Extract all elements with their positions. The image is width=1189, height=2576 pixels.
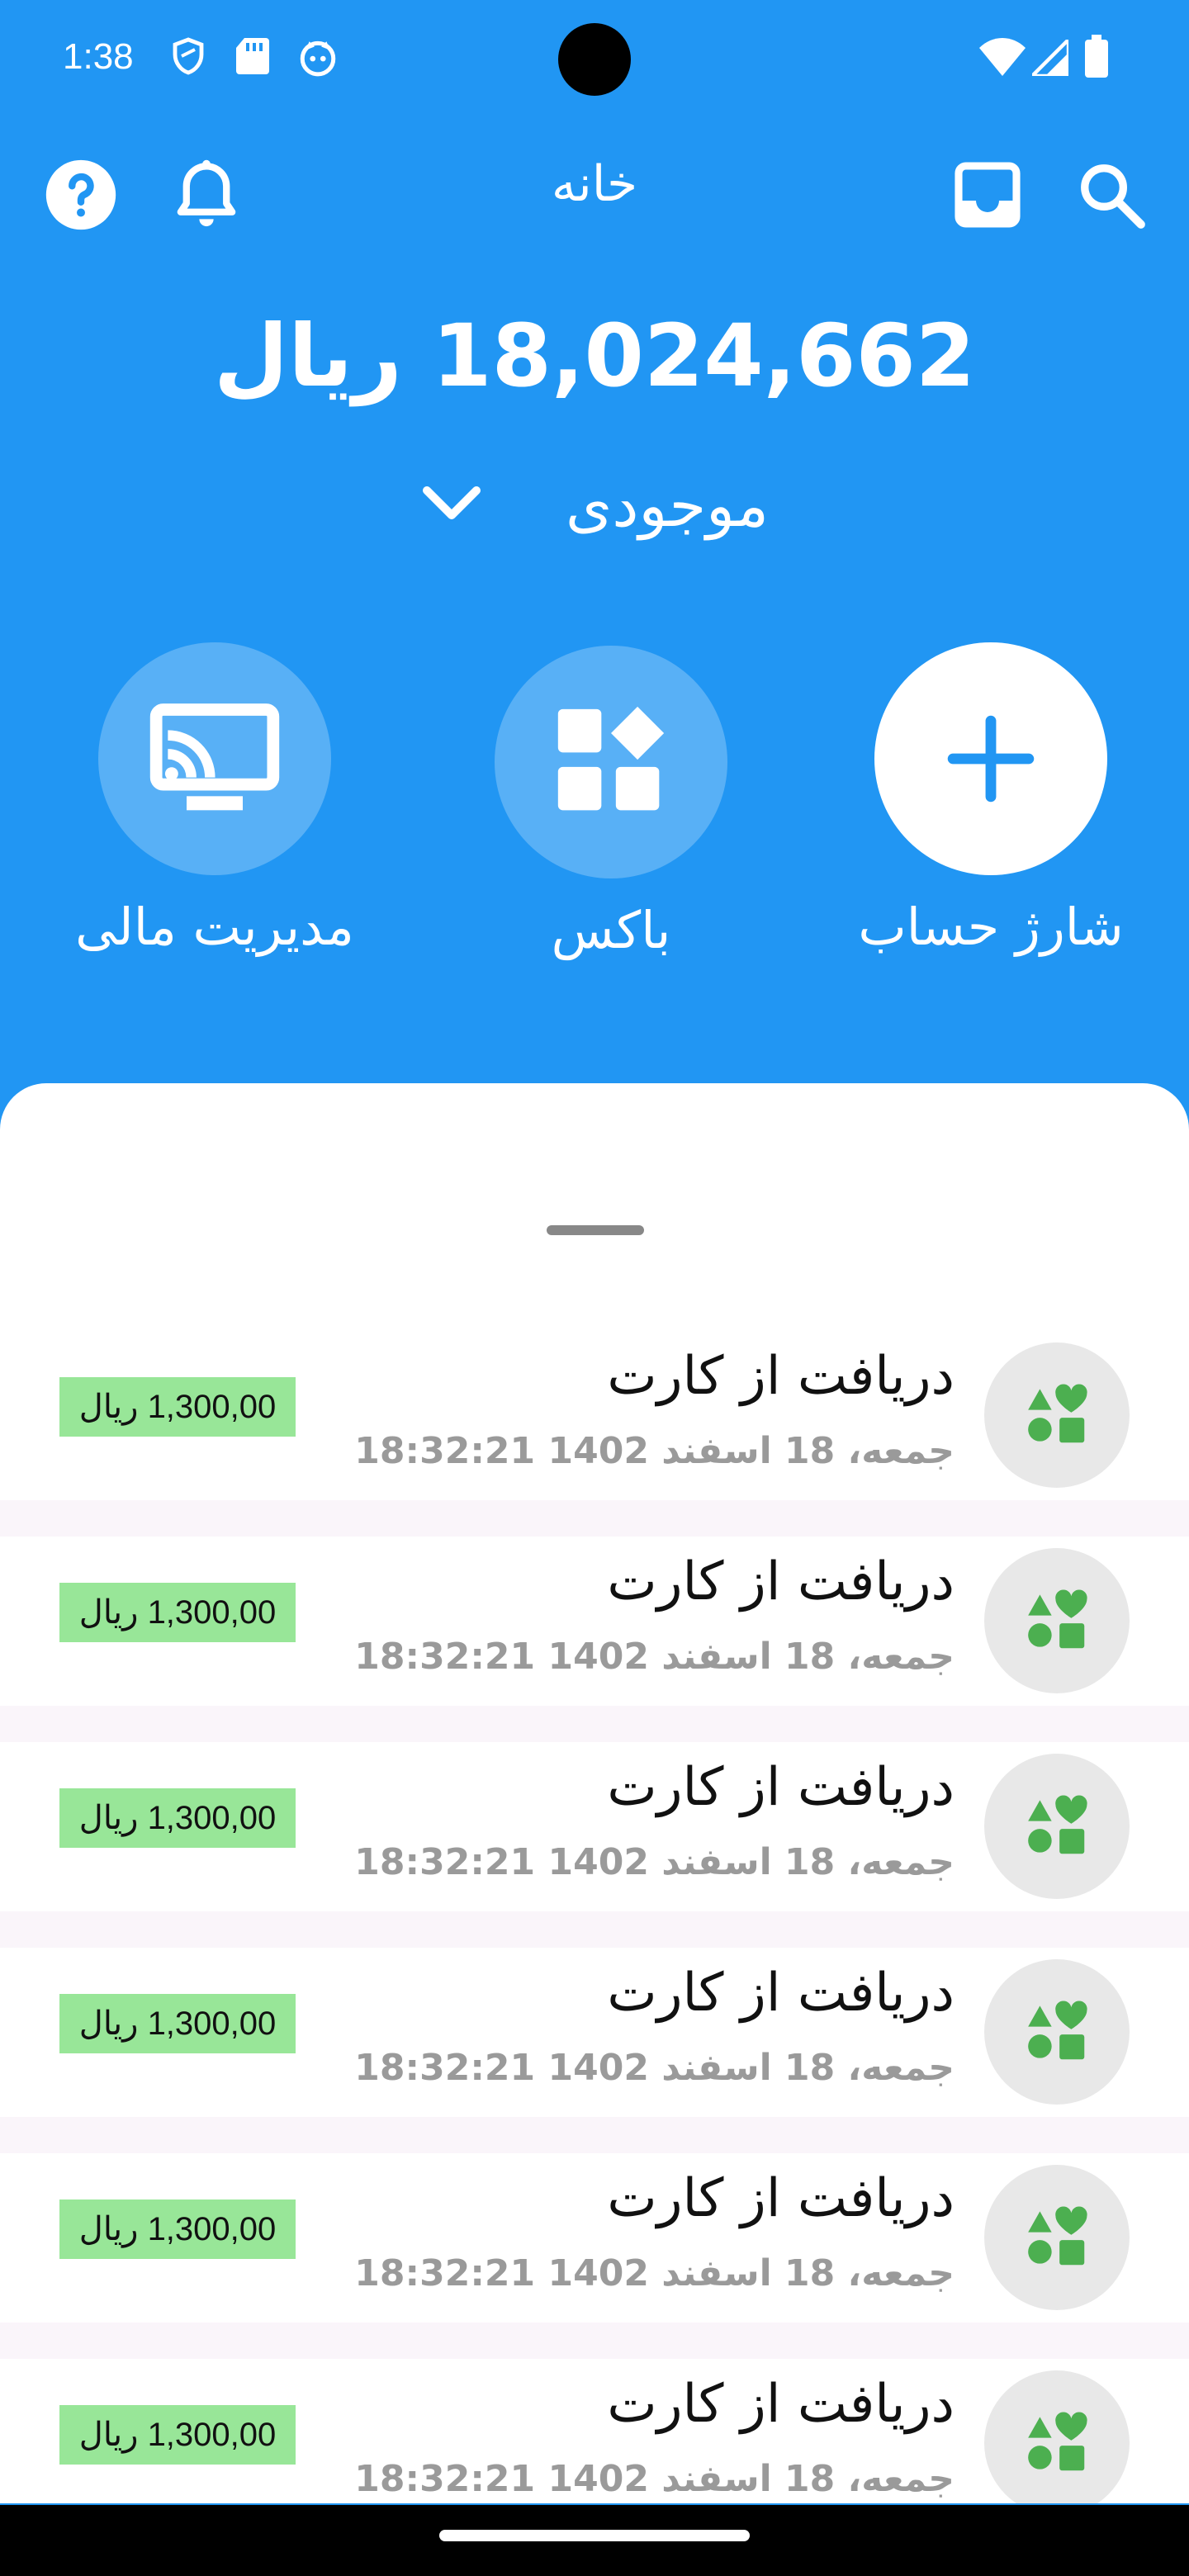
- widgets-icon: [557, 706, 665, 811]
- box-button[interactable]: باکس: [438, 646, 784, 960]
- box-label: باکس: [551, 900, 671, 960]
- signal-icon: [1027, 35, 1071, 79]
- transaction-title: دریافت از کارت: [607, 2168, 955, 2229]
- box-circle: [495, 646, 727, 878]
- category-icon: [984, 1342, 1130, 1488]
- system-nav-bar: [0, 2505, 1189, 2576]
- chevron-down-icon: [420, 484, 483, 527]
- transaction-row[interactable]: دریافت از کارت جمعه، 18 اسفند 1402 18:32…: [0, 2153, 1189, 2359]
- transaction-amount: 1,300,00 ریال: [59, 1994, 296, 2053]
- sheet-drag-handle[interactable]: [547, 1225, 644, 1235]
- bell-icon: [177, 159, 236, 227]
- inbox-icon: [955, 162, 1021, 228]
- transaction-amount: 1,300,00 ریال: [59, 2200, 296, 2259]
- transaction-title: دریافت از کارت: [607, 1963, 955, 2024]
- page-title: خانه: [551, 155, 638, 213]
- balance-amount: 18,024,662 ریال: [213, 305, 976, 406]
- status-time: 1:38: [63, 36, 134, 77]
- balance-label: موجودی: [566, 471, 769, 540]
- transaction-title: دریافت از کارت: [607, 2374, 955, 2435]
- shield-icon: [168, 36, 208, 79]
- transaction-date: جمعه، 18 اسفند 1402 18:32:21: [354, 1636, 955, 1678]
- battery-icon: [1085, 35, 1108, 81]
- transaction-date: جمعه، 18 اسفند 1402 18:32:21: [354, 2458, 955, 2500]
- transaction-amount: 1,300,00 ریال: [59, 1583, 296, 1642]
- help-button[interactable]: [40, 154, 122, 236]
- transaction-date: جمعه، 18 اسفند 1402 18:32:21: [354, 2252, 955, 2294]
- charge-account-button[interactable]: شارژ حساب: [817, 642, 1164, 957]
- transaction-amount: 1,300,00 ریال: [59, 1788, 296, 1848]
- transaction-date: جمعه، 18 اسفند 1402 18:32:21: [354, 1430, 955, 1472]
- cast-icon: [149, 703, 280, 811]
- financial-circle: [98, 642, 331, 875]
- financial-management-label: مدیریت مالی: [75, 897, 354, 957]
- transaction-row[interactable]: دریافت از کارت جمعه، 18 اسفند 1402 18:32…: [0, 2359, 1189, 2503]
- category-icon: [984, 2165, 1130, 2310]
- transaction-amount: 1,300,00 ریال: [59, 2405, 296, 2465]
- category-icon: [984, 1548, 1130, 1693]
- transaction-date: جمعه، 18 اسفند 1402 18:32:21: [354, 2047, 955, 2089]
- transaction-date: جمعه، 18 اسفند 1402 18:32:21: [354, 1841, 955, 1883]
- transaction-row[interactable]: دریافت از کارت جمعه، 18 اسفند 1402 18:32…: [0, 1537, 1189, 1742]
- category-icon: [984, 1754, 1130, 1899]
- category-icon: [984, 2370, 1130, 2503]
- transaction-list: دریافت از کارت جمعه، 18 اسفند 1402 18:32…: [0, 1331, 1189, 2503]
- inbox-button[interactable]: [946, 154, 1029, 236]
- transaction-title: دریافت از کارت: [607, 1346, 955, 1407]
- charge-account-label: شارژ حساب: [858, 897, 1124, 957]
- transaction-title: دریافت از کارت: [607, 1757, 955, 1818]
- home-gesture-handle[interactable]: [439, 2530, 750, 2541]
- sd-card-icon: [234, 36, 271, 79]
- camera-cutout: [558, 23, 631, 96]
- face-icon: [297, 36, 339, 81]
- category-icon: [984, 1959, 1130, 2105]
- search-icon: [1081, 164, 1145, 229]
- status-bar: 1:38: [0, 0, 1189, 119]
- transaction-title: دریافت از کارت: [607, 1551, 955, 1612]
- transaction-row[interactable]: دریافت از کارت جمعه، 18 اسفند 1402 18:32…: [0, 1948, 1189, 2153]
- wifi-icon: [979, 38, 1026, 79]
- financial-management-button[interactable]: مدیریت مالی: [41, 642, 388, 957]
- charge-circle: [874, 642, 1107, 875]
- transaction-row[interactable]: دریافت از کارت جمعه، 18 اسفند 1402 18:32…: [0, 1742, 1189, 1948]
- transaction-amount: 1,300,00 ریال: [59, 1377, 296, 1437]
- search-button[interactable]: [1070, 154, 1153, 236]
- balance-toggle[interactable]: موجودی: [0, 471, 1189, 540]
- transaction-row[interactable]: دریافت از کارت جمعه، 18 اسفند 1402 18:32…: [0, 1331, 1189, 1537]
- help-icon: [45, 159, 116, 230]
- transactions-sheet[interactable]: دریافت از کارت جمعه، 18 اسفند 1402 18:32…: [0, 1083, 1189, 2503]
- notifications-button[interactable]: [165, 154, 248, 236]
- plus-icon: [947, 715, 1035, 803]
